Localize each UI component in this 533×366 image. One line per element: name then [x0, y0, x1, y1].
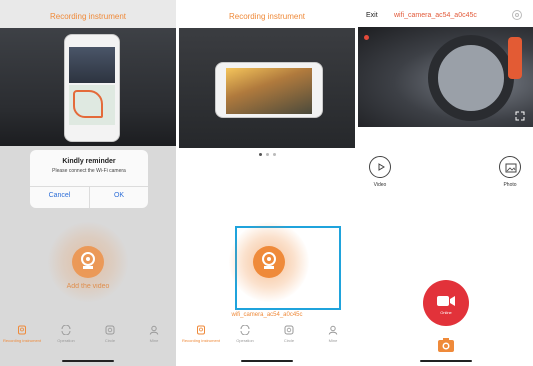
tab-recording-instrument[interactable]: Recording instrument: [0, 325, 44, 343]
carousel-dot[interactable]: [265, 153, 269, 156]
video-button[interactable]: [369, 156, 391, 178]
photo-label: Photo: [503, 182, 517, 188]
screen-recording-instrument-dialog: Recording instrument Kindly reminder Ple…: [0, 0, 176, 366]
circle-icon: [105, 325, 115, 335]
circle-icon: [284, 325, 294, 335]
tab-label: Operation: [236, 338, 254, 343]
carousel-dot[interactable]: [258, 153, 262, 156]
dashcam-icon: [262, 252, 276, 269]
promo-banner[interactable]: [179, 28, 355, 148]
person-icon: [328, 325, 338, 335]
preview-wheel-image: [428, 35, 514, 121]
tab-label: Circle: [104, 338, 116, 343]
tab-circle[interactable]: Circle: [88, 325, 132, 343]
tab-label: Recording instrument: [181, 338, 221, 343]
page-title: Recording instrument: [228, 12, 306, 21]
add-device-button[interactable]: [48, 222, 128, 302]
home-indicator: [241, 360, 293, 362]
tab-label: Mine: [149, 338, 159, 343]
device-name: wifi_camera_ac54_a0c45c: [231, 312, 303, 318]
image-icon: [505, 163, 517, 173]
dashcam-icon: [81, 252, 95, 269]
video-label: Video: [373, 182, 387, 188]
person-icon: [149, 325, 159, 335]
live-preview[interactable]: [358, 27, 533, 127]
operation-icon: [61, 325, 71, 335]
tab-mine[interactable]: Mine: [132, 325, 176, 343]
tab-label: Recording instrument: [2, 338, 42, 343]
screen-recording-instrument: Recording instrument wifi_camera_ac54_a0…: [179, 0, 355, 366]
tab-operation[interactable]: Operation: [44, 325, 88, 343]
play-icon: [378, 163, 385, 171]
phone-illustration: [215, 62, 323, 118]
tab-recording-instrument[interactable]: Recording instrument: [179, 325, 223, 343]
home-indicator: [62, 360, 114, 362]
ok-button[interactable]: OK: [90, 192, 148, 199]
bottom-tab-bar: Recording instrument Operation Circle Mi…: [179, 325, 355, 355]
recorder-icon: [18, 325, 26, 335]
preview-taillight-image: [508, 37, 522, 79]
dialog-message: Please connect the Wi-Fi camera: [52, 168, 126, 174]
dashcam-road-image: [226, 68, 312, 114]
page-title: Recording instrument: [49, 12, 127, 21]
dashcam-preview-image: [69, 47, 115, 83]
map-route-icon: [73, 90, 103, 118]
operation-icon: [240, 325, 250, 335]
record-button[interactable]: Online: [423, 280, 469, 326]
carousel-indicator: [179, 143, 355, 161]
dialog-title: Kindly reminder: [62, 158, 116, 165]
page-title: wifi_camera_ac54_a0c45c: [394, 12, 477, 19]
screen-camera-live: Exit wifi_camera_ac54_a0c45c Video Photo…: [358, 0, 533, 366]
fullscreen-icon[interactable]: [515, 111, 525, 121]
bottom-tab-bar: Recording instrument Operation Circle Mi…: [0, 325, 176, 355]
settings-icon[interactable]: [511, 9, 523, 21]
reminder-dialog: Kindly reminder Please connect the Wi-Fi…: [30, 150, 148, 208]
home-indicator: [419, 360, 472, 362]
tab-label: Circle: [283, 338, 295, 343]
record-label: Online: [440, 310, 452, 315]
exit-button[interactable]: Exit: [366, 12, 378, 19]
video-camera-icon: [437, 296, 455, 306]
connect-device-button[interactable]: [229, 222, 309, 302]
tab-circle[interactable]: Circle: [267, 325, 311, 343]
photo-button[interactable]: [499, 156, 521, 178]
promo-banner: [0, 28, 176, 146]
add-device-label: Add the video: [66, 283, 110, 290]
camera-icon[interactable]: [437, 336, 455, 354]
recorder-icon: [197, 325, 205, 335]
tab-mine[interactable]: Mine: [311, 325, 355, 343]
tab-label: Operation: [57, 338, 75, 343]
tab-operation[interactable]: Operation: [223, 325, 267, 343]
cancel-button[interactable]: Cancel: [30, 192, 89, 199]
phone-illustration: [64, 34, 120, 142]
carousel-dot[interactable]: [272, 153, 276, 156]
tab-label: Mine: [328, 338, 338, 343]
recording-indicator: [364, 35, 369, 40]
